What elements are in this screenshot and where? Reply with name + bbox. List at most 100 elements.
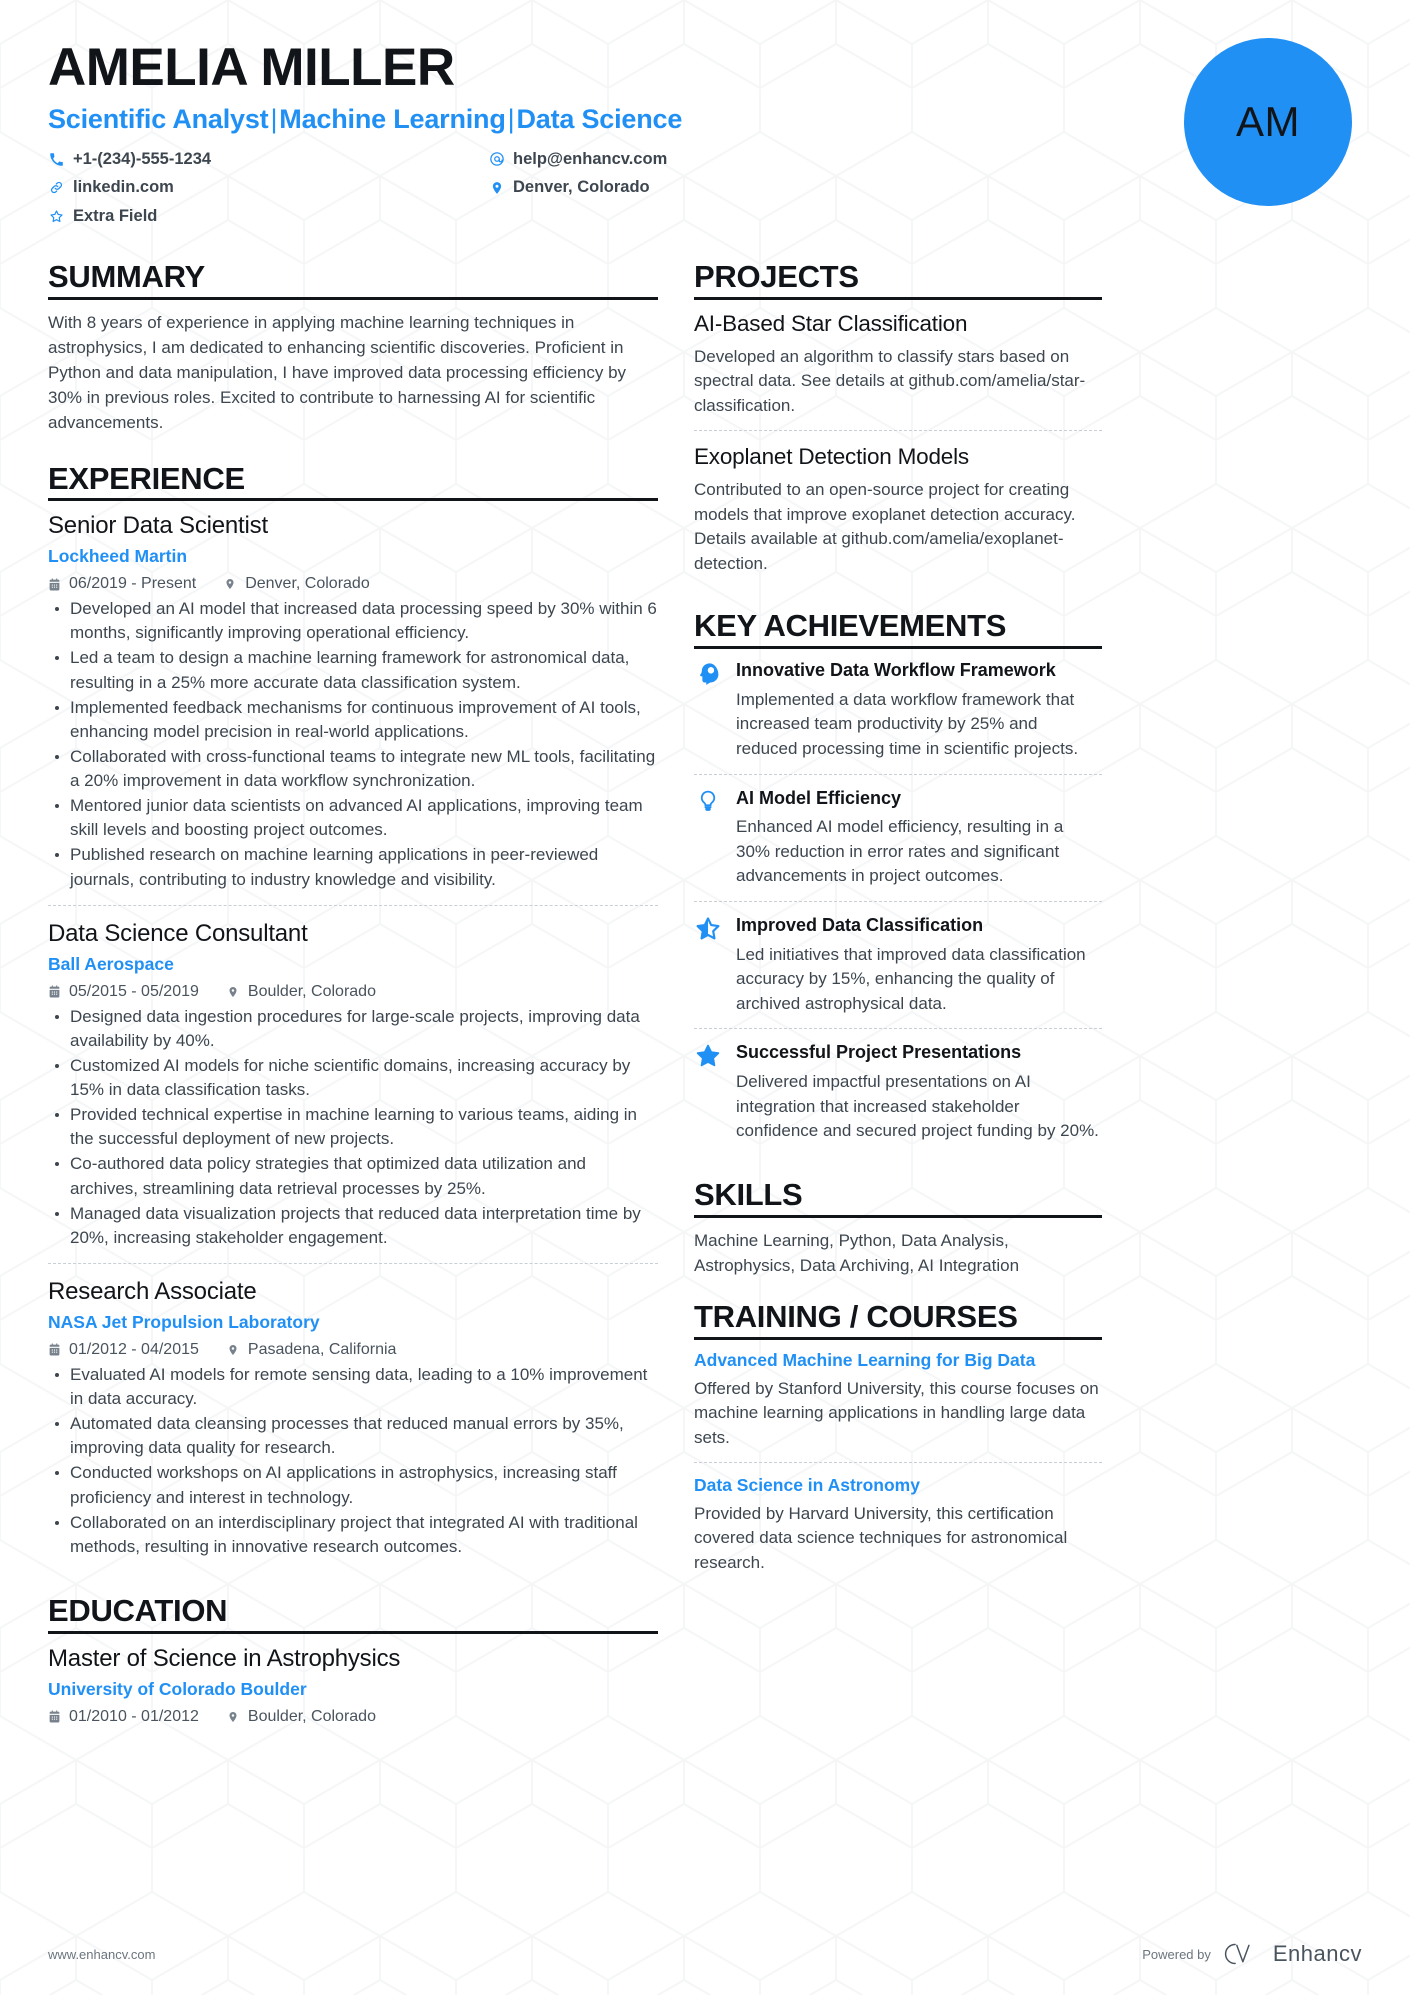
- location-icon: [224, 578, 238, 590]
- footer-brand-name: Enhancv: [1272, 1941, 1362, 1966]
- section-divider: [48, 1630, 658, 1634]
- headline-part-1: Scientific Analyst: [48, 103, 269, 134]
- experience-company[interactable]: Lockheed Martin: [48, 546, 658, 567]
- section-key-achievements: KEY ACHIEVEMENTS Innovative Data Workflo…: [694, 609, 1102, 1155]
- calendar-icon: [48, 1710, 62, 1723]
- section-training-courses: TRAINING / COURSES Advanced Machine Lear…: [694, 1299, 1102, 1587]
- experience-location: Pasadena, California: [227, 1341, 396, 1359]
- experience-bullet: Collaborated with cross-functional teams…: [48, 745, 658, 793]
- headline-part-2: Machine Learning: [279, 103, 506, 134]
- achievement-title: Improved Data Classification: [736, 915, 984, 936]
- experience-job-title: Senior Data Scientist: [48, 512, 268, 540]
- course-title[interactable]: Data Science in Astronomy: [694, 1475, 1102, 1496]
- experience-bullet: Published research on machine learning a…: [48, 843, 658, 891]
- project-item: Exoplanet Detection Models Contributed t…: [694, 429, 1102, 588]
- left-column: SUMMARY With 8 years of experience in ap…: [48, 259, 658, 1746]
- experience-entry: Data Science Consultant Ball Aerospace 0…: [48, 904, 658, 1263]
- experience-bullet: Managed data visualization projects that…: [48, 1202, 658, 1250]
- enhancv-logo-icon: [1223, 1941, 1261, 1967]
- phone-icon: [48, 152, 65, 167]
- experience-location: Denver, Colorado: [224, 575, 370, 593]
- contact-phone-value: +1-(234)-555-1234: [73, 149, 212, 168]
- lightbulb-icon: [694, 787, 722, 889]
- contact-email[interactable]: help@enhancv.com: [488, 147, 828, 172]
- half-star-icon: [694, 914, 722, 1016]
- section-heading-education: EDUCATION: [48, 1592, 228, 1628]
- headline-separator-2: |: [507, 103, 515, 134]
- avatar: AM: [1184, 38, 1352, 206]
- experience-location: Boulder, Colorado: [227, 983, 376, 1001]
- calendar-icon: [48, 578, 62, 591]
- section-experience: EXPERIENCE Senior Data Scientist Lockhee…: [48, 460, 658, 1572]
- right-column: PROJECTS AI-Based Star Classification De…: [694, 259, 1102, 1746]
- education-institution[interactable]: University of Colorado Boulder: [48, 1679, 658, 1700]
- star-icon: [48, 209, 65, 224]
- section-heading-summary: SUMMARY: [48, 259, 205, 294]
- experience-bullet: Customized AI models for niche scientifi…: [48, 1054, 658, 1102]
- project-title: AI-Based Star Classification: [694, 310, 968, 336]
- experience-company[interactable]: NASA Jet Propulsion Laboratory: [48, 1312, 658, 1333]
- contact-phone[interactable]: +1-(234)-555-1234: [48, 147, 468, 172]
- experience-entry: Research Associate NASA Jet Propulsion L…: [48, 1262, 658, 1572]
- achievement-body: Innovative Data Workflow Framework Imple…: [736, 659, 1102, 761]
- experience-bullet: Led a team to design a machine learning …: [48, 646, 658, 694]
- location-icon: [488, 181, 505, 195]
- section-divider: [694, 1214, 1102, 1218]
- achievement-item: Improved Data Classification Led initiat…: [694, 901, 1102, 1028]
- section-summary: SUMMARY With 8 years of experience in ap…: [48, 259, 658, 436]
- contact-extra-field[interactable]: Extra Field: [48, 204, 468, 229]
- experience-meta: 06/2019 - Present Denver, Colorado: [48, 575, 658, 593]
- location-icon: [227, 986, 241, 998]
- experience-bullets: Developed an AI model that increased dat…: [48, 597, 658, 892]
- achievement-item: Successful Project Presentations Deliver…: [694, 1028, 1102, 1155]
- section-divider: [694, 646, 1102, 650]
- course-item: Advanced Machine Learning for Big Data O…: [694, 1350, 1102, 1462]
- achievement-title: Successful Project Presentations: [736, 1042, 1022, 1063]
- page-title: AMELIA MILLER: [48, 38, 455, 97]
- footer-branding: Powered by Enhancv: [1142, 1941, 1362, 1967]
- course-description: Provided by Harvard University, this cer…: [694, 1503, 1068, 1572]
- achievement-title: Innovative Data Workflow Framework: [736, 660, 1056, 681]
- section-divider: [694, 1336, 1102, 1340]
- education-location-value: Boulder, Colorado: [247, 1707, 376, 1725]
- experience-location-value: Denver, Colorado: [245, 575, 370, 593]
- resume-page: AMELIA MILLER Scientific Analyst |Machine…: [0, 0, 1410, 1995]
- experience-entry: Senior Data Scientist Lockheed Martin 06…: [48, 511, 658, 905]
- education-entry: Master of Science in Astrophysics Univer…: [48, 1644, 658, 1742]
- experience-dates: 01/2012 - 04/2015: [48, 1341, 199, 1359]
- experience-bullets: Evaluated AI models for remote sensing d…: [48, 1363, 658, 1559]
- education-degree: Master of Science in Astrophysics: [48, 1644, 401, 1672]
- project-title: Exoplanet Detection Models: [694, 443, 969, 469]
- experience-bullet: Automated data cleansing processes that …: [48, 1412, 658, 1460]
- experience-bullet: Developed an AI model that increased dat…: [48, 597, 658, 645]
- experience-bullet: Designed data ingestion procedures for l…: [48, 1005, 658, 1053]
- course-title[interactable]: Advanced Machine Learning for Big Data: [694, 1350, 1102, 1371]
- section-divider: [48, 498, 658, 502]
- experience-bullet: Provided technical expertise in machine …: [48, 1103, 658, 1151]
- contact-linkedin[interactable]: linkedin.com: [48, 175, 468, 200]
- headline-part-3: Data Science: [516, 103, 683, 134]
- section-heading-experience: EXPERIENCE: [48, 460, 245, 496]
- experience-dates-value: 06/2019 - Present: [69, 575, 197, 593]
- experience-dates: 05/2015 - 05/2019: [48, 983, 199, 1001]
- head-brain-icon: [694, 659, 722, 761]
- section-projects: PROJECTS AI-Based Star Classification De…: [694, 259, 1102, 588]
- resume-header: AMELIA MILLER Scientific Analyst |Machine…: [48, 38, 1362, 230]
- experience-company[interactable]: Ball Aerospace: [48, 954, 658, 975]
- experience-bullets: Designed data ingestion procedures for l…: [48, 1005, 658, 1250]
- experience-dates-value: 05/2015 - 05/2019: [69, 982, 199, 1000]
- education-location: Boulder, Colorado: [227, 1708, 376, 1726]
- location-icon: [227, 1711, 241, 1723]
- education-dates: 01/2010 - 01/2012: [48, 1708, 199, 1726]
- achievement-description: Enhanced AI model efficiency, resulting …: [736, 817, 1064, 886]
- summary-text: With 8 years of experience in applying m…: [48, 312, 627, 433]
- project-description: Developed an algorithm to classify stars…: [694, 346, 1086, 416]
- achievement-description: Led initiatives that improved data class…: [736, 944, 1086, 1013]
- contact-location[interactable]: Denver, Colorado: [488, 175, 828, 200]
- experience-location-value: Boulder, Colorado: [247, 982, 376, 1000]
- achievement-description: Implemented a data workflow framework th…: [736, 689, 1079, 758]
- footer-website-url[interactable]: www.enhancv.com: [48, 1947, 155, 1962]
- experience-bullet: Mentored junior data scientists on advan…: [48, 794, 658, 842]
- page-footer: www.enhancv.com Powered by Enhancv: [48, 1941, 1362, 1967]
- calendar-icon: [48, 985, 62, 998]
